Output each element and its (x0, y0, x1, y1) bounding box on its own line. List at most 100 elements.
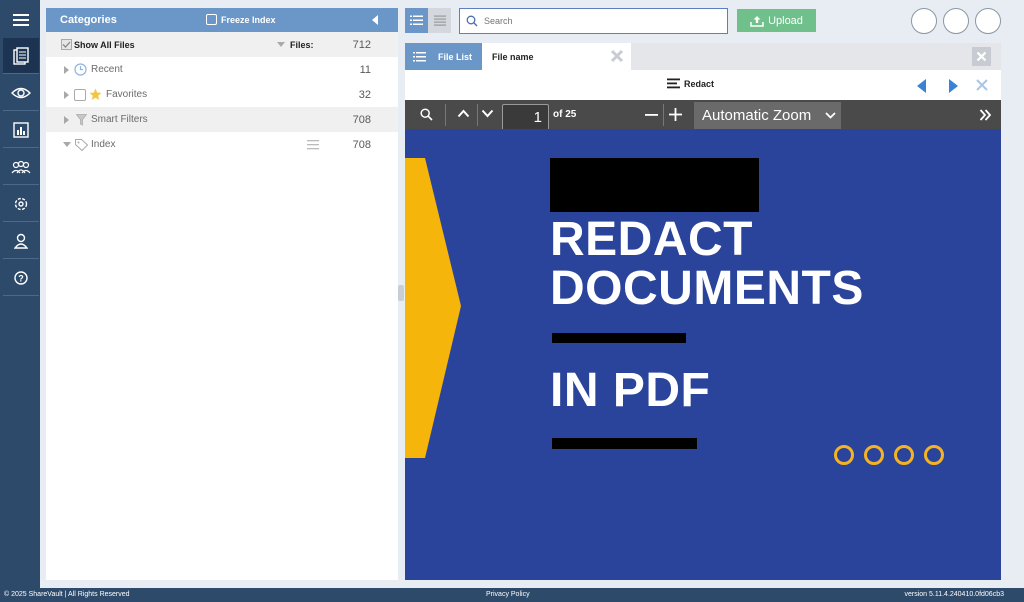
panel-splitter[interactable] (398, 285, 404, 301)
redact-label: Redact (684, 78, 715, 89)
zoom-out-icon[interactable] (645, 114, 658, 117)
chevron-down-icon (825, 112, 836, 119)
search-box (459, 8, 728, 34)
close-icon (976, 51, 987, 62)
category-favorites[interactable]: Favorites 32 (46, 82, 398, 107)
list-menu-icon[interactable] (307, 139, 319, 150)
upload-label: Upload (768, 14, 803, 27)
freeze-index-checkbox[interactable] (206, 14, 217, 25)
profile-nav-button[interactable] (3, 223, 39, 259)
category-label: Index (91, 139, 116, 150)
category-label: Recent (91, 64, 123, 75)
version-text: version 5.11.4.240410.0fd06cb3 (904, 591, 1004, 598)
freeze-index-toggle[interactable]: Freeze Index (206, 14, 276, 25)
pdf-toolbar: of 25 Automatic Zoom (405, 100, 1001, 131)
tag-icon (75, 138, 88, 151)
tab-file-list[interactable]: File List (405, 43, 482, 70)
category-label: Favorites (106, 89, 148, 100)
category-count: 708 (352, 138, 371, 151)
filter-icon (76, 113, 87, 126)
category-index[interactable]: Index 708 (46, 132, 398, 157)
decorative-ring (894, 445, 914, 465)
zoom-in-icon[interactable] (669, 108, 682, 121)
files-label: Files: (290, 39, 314, 50)
category-recent[interactable]: Recent 11 (46, 57, 398, 82)
eye-icon (11, 87, 31, 98)
expand-arrow-icon[interactable] (64, 90, 69, 99)
show-all-files-row[interactable]: Show All Files Files: 712 (46, 32, 398, 57)
redact-toolbar: Redact (405, 70, 1001, 100)
group-icon (11, 160, 31, 173)
decorative-ring (864, 445, 884, 465)
toolbar-divider (445, 104, 446, 126)
circle-button-3[interactable] (975, 8, 1001, 34)
menu-button[interactable] (3, 2, 39, 38)
search-input[interactable] (484, 16, 714, 26)
hamburger-icon (13, 14, 29, 26)
categories-panel: Categories Freeze Index Show All Files F… (46, 8, 398, 580)
redact-button[interactable]: Redact (667, 78, 714, 89)
clock-icon (74, 63, 87, 76)
chevron-up-icon[interactable] (457, 109, 470, 118)
privacy-policy-link[interactable]: Privacy Policy (486, 591, 530, 598)
viewer-tabs: File List File name (405, 43, 1001, 70)
documents-nav-button[interactable] (3, 38, 39, 74)
bar-chart-icon (13, 121, 29, 138)
tab-file-name[interactable]: File name (482, 43, 631, 70)
svg-text:?: ? (18, 273, 24, 283)
checkbox-checked-icon[interactable] (61, 39, 72, 50)
redaction-box (550, 158, 759, 212)
settings-nav-button[interactable] (3, 186, 39, 222)
star-icon (89, 88, 102, 100)
close-viewer-button[interactable] (972, 47, 991, 66)
circle-button-2[interactable] (943, 8, 969, 34)
chevron-shape (405, 158, 461, 458)
search-icon (466, 15, 478, 27)
redaction-box (552, 333, 686, 343)
expand-arrow-icon[interactable] (64, 115, 69, 124)
upload-icon (750, 15, 764, 27)
categories-header: Categories Freeze Index (46, 8, 398, 32)
users-nav-button[interactable] (3, 149, 39, 185)
list-view-button[interactable] (405, 8, 428, 33)
decorative-ring (924, 445, 944, 465)
collapse-panel-icon[interactable] (372, 15, 378, 25)
help-nav-button[interactable]: ? (3, 260, 39, 296)
show-all-files-label: Show All Files (74, 39, 135, 50)
eye-nav-button[interactable] (3, 75, 39, 111)
page-number-input[interactable] (502, 104, 549, 131)
files-count: 712 (352, 38, 371, 51)
toolbar-divider (477, 104, 478, 126)
circle-button-1[interactable] (911, 8, 937, 34)
category-smart-filters[interactable]: Smart Filters 708 (46, 107, 398, 132)
category-count: 32 (358, 88, 371, 101)
chevron-down-icon[interactable] (481, 109, 494, 118)
page-count-label: of 25 (553, 109, 577, 120)
toolbar-divider (663, 104, 664, 126)
document-title-line-2: DOCUMENTS (550, 262, 864, 315)
document-title-line-3: IN PDF (550, 364, 711, 417)
search-icon[interactable] (420, 108, 433, 121)
view-mode-toggle (405, 8, 451, 33)
close-redact-icon[interactable] (975, 78, 989, 92)
list-view-icon (410, 15, 423, 25)
category-label: Smart Filters (91, 114, 148, 125)
compact-view-button[interactable] (428, 8, 451, 33)
zoom-select[interactable]: Automatic Zoom (694, 102, 841, 129)
redact-icon (667, 78, 680, 89)
user-icon (14, 233, 28, 249)
tab-file-name-label: File name (492, 51, 534, 62)
expand-arrow-icon[interactable] (64, 65, 69, 74)
next-redaction-icon[interactable] (949, 79, 958, 93)
collapse-arrow-icon[interactable] (63, 142, 71, 147)
redaction-box (552, 438, 697, 449)
upload-button[interactable]: Upload (737, 9, 816, 32)
reports-nav-button[interactable] (3, 112, 39, 148)
double-chevron-right-icon[interactable] (979, 109, 992, 121)
close-tab-icon[interactable] (610, 49, 624, 63)
sort-down-icon[interactable] (277, 42, 285, 47)
previous-redaction-icon[interactable] (917, 79, 926, 93)
footer: © 2025 ShareVault | All Rights Reserved … (0, 588, 1024, 602)
favorites-checkbox[interactable] (74, 88, 86, 101)
compact-list-icon (433, 15, 446, 26)
